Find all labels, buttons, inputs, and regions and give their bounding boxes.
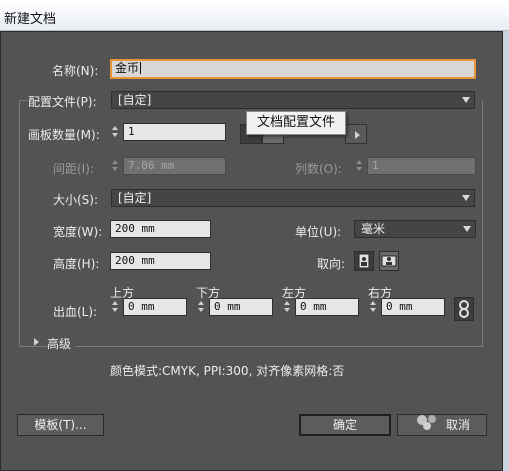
artboards-value: 1 xyxy=(128,125,135,138)
disclosure-triangle-icon[interactable] xyxy=(34,338,39,346)
bleed-top-spinner[interactable] xyxy=(110,298,122,316)
width-input[interactable]: 200 mm xyxy=(110,220,211,238)
units-label: 单位(U): xyxy=(295,225,342,239)
group-border-bottom xyxy=(19,346,483,347)
landscape-orientation-icon[interactable] xyxy=(379,251,399,271)
spin-down-icon xyxy=(356,167,362,171)
size-select[interactable]: [自定] xyxy=(111,189,475,207)
orientation-label: 取向: xyxy=(317,257,346,271)
group-border-top-left xyxy=(19,100,27,101)
spin-up-icon xyxy=(112,301,118,305)
ok-button[interactable]: 确定 xyxy=(299,414,391,436)
bleed-right-spinner[interactable] xyxy=(368,298,380,316)
spacing-input: 7.06 mm xyxy=(123,157,226,175)
bleed-left-spinner[interactable] xyxy=(282,298,294,316)
summary-text: 颜色模式:CMYK, PPI:300, 对齐像素网格:否 xyxy=(110,364,345,378)
columns-value: 1 xyxy=(372,159,379,172)
bleed-top-value: 0 mm xyxy=(128,300,155,313)
spacing-value: 7.06 mm xyxy=(128,159,175,172)
chevron-down-icon xyxy=(462,195,470,201)
bleed-left-value: 0 mm xyxy=(300,300,327,313)
bleed-bottom-spinner[interactable] xyxy=(196,298,208,316)
name-input[interactable]: 金币 xyxy=(110,59,476,79)
artboards-input[interactable]: 1 xyxy=(123,123,226,141)
tooltip: 文档配置文件 xyxy=(246,111,346,135)
chevron-down-icon xyxy=(463,226,471,232)
height-input[interactable]: 200 mm xyxy=(110,252,211,270)
spin-down-icon xyxy=(112,308,118,312)
text-caret xyxy=(140,62,142,74)
bleed-right-value: 0 mm xyxy=(386,300,413,313)
columns-spinner xyxy=(354,157,366,175)
size-label: 大小(S): xyxy=(53,193,99,207)
group-border-left xyxy=(19,100,20,346)
units-value: 毫米 xyxy=(361,222,386,236)
spin-up-icon xyxy=(370,301,376,305)
window-frame-edge xyxy=(503,31,509,471)
bleed-bottom-input[interactable]: 0 mm xyxy=(209,298,273,316)
spin-up-icon xyxy=(112,126,118,130)
watermark-logo xyxy=(417,415,436,430)
bleed-label: 出血(L): xyxy=(53,305,98,319)
spin-down-icon xyxy=(284,308,290,312)
spin-down-icon xyxy=(198,308,204,312)
window-titlebar: 新建文档 xyxy=(0,0,509,31)
artboards-spinner[interactable] xyxy=(110,123,122,141)
landscape-glyph xyxy=(381,255,397,267)
spin-down-icon xyxy=(112,167,118,171)
profile-select[interactable]: [自定] xyxy=(111,91,475,109)
width-value: 200 mm xyxy=(115,222,155,235)
size-value: [自定] xyxy=(118,191,152,205)
bleed-bottom-value: 0 mm xyxy=(214,300,241,313)
width-label: 宽度(W): xyxy=(53,225,103,239)
bleed-right-input[interactable]: 0 mm xyxy=(381,298,445,316)
spacing-spinner xyxy=(110,157,122,175)
spin-down-icon xyxy=(112,133,118,137)
portrait-glyph xyxy=(358,253,370,269)
window-title: 新建文档 xyxy=(4,12,57,27)
spin-up-icon xyxy=(284,301,290,305)
units-select[interactable]: 毫米 xyxy=(354,220,476,238)
spin-up-icon xyxy=(198,301,204,305)
columns-label: 列数(O): xyxy=(295,162,342,176)
spin-up-icon xyxy=(112,160,118,164)
link-chain-icon[interactable] xyxy=(454,297,474,321)
templates-button[interactable]: 模板(T)... xyxy=(17,414,104,436)
bleed-left-input[interactable]: 0 mm xyxy=(295,298,359,316)
bleed-top-input[interactable]: 0 mm xyxy=(123,298,187,316)
link-glyph xyxy=(459,300,469,318)
height-value: 200 mm xyxy=(115,254,155,267)
portrait-orientation-icon[interactable] xyxy=(354,251,374,271)
advanced-toggle[interactable]: 高级 xyxy=(47,335,76,352)
chevron-down-icon xyxy=(462,97,470,103)
columns-input: 1 xyxy=(367,157,476,175)
spacing-label: 间距(I): xyxy=(53,162,94,176)
artboards-label: 画板数量(M): xyxy=(28,128,100,142)
spin-down-icon xyxy=(370,308,376,312)
name-label: 名称(N): xyxy=(52,64,99,78)
name-value: 金币 xyxy=(115,61,140,75)
spin-up-icon xyxy=(356,160,362,164)
profile-value: [自定] xyxy=(118,93,152,107)
height-label: 高度(H): xyxy=(53,257,100,271)
arrange-right-icon[interactable] xyxy=(345,124,367,144)
cancel-button[interactable]: 取消 xyxy=(397,414,487,436)
profile-label: 配置文件(P): xyxy=(28,95,97,109)
arrow-right-icon xyxy=(355,131,360,139)
group-border-right xyxy=(482,100,483,346)
